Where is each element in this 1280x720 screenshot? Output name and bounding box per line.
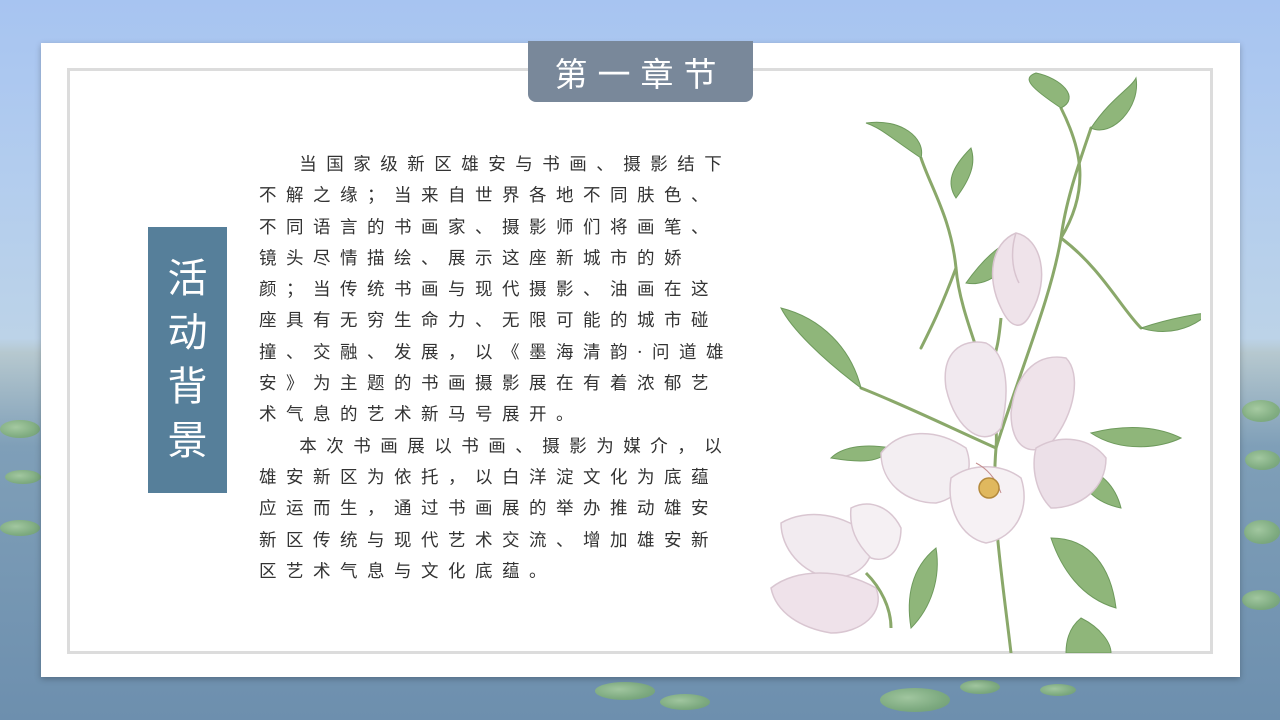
body-text: 当国家级新区雄安与书画、摄影结下不解之缘；当来自世界各地不同肤色、不同语言的书画…: [259, 150, 739, 588]
section-title: 活 动 背 景: [148, 227, 227, 493]
lotus-pad: [1245, 450, 1280, 470]
paragraph: 本次书画展以书画、摄影为媒介，以雄安新区为依托，以白洋淀文化为底蕴应运而生，通过…: [259, 436, 732, 582]
lotus-pad: [1040, 684, 1076, 696]
section-title-char: 活: [167, 256, 208, 302]
paragraph: 当国家级新区雄安与书画、摄影结下不解之缘；当来自世界各地不同肤色、不同语言的书画…: [259, 155, 734, 426]
section-title-char: 景: [167, 418, 208, 464]
lotus-pad: [660, 694, 710, 710]
section-title-char: 动: [167, 310, 208, 356]
lotus-pad: [1242, 590, 1280, 610]
lotus-pad: [0, 520, 40, 536]
lotus-pad: [880, 688, 950, 712]
lotus-pad: [1244, 520, 1280, 544]
magnolia-illustration: [770, 72, 1201, 653]
lotus-pad: [1242, 400, 1280, 422]
chapter-label: 第一章节: [554, 54, 727, 94]
lotus-pad: [0, 420, 40, 438]
section-title-char: 背: [167, 364, 208, 410]
chapter-tab: 第一章节: [528, 41, 753, 102]
lotus-pad: [5, 470, 41, 484]
lotus-pad: [960, 680, 1000, 694]
content-card: 第一章节 活 动 背 景 当国家级新区雄安与书画、摄影结下不解之缘；当来自世界各…: [41, 41, 1240, 677]
lotus-pad: [595, 682, 655, 700]
